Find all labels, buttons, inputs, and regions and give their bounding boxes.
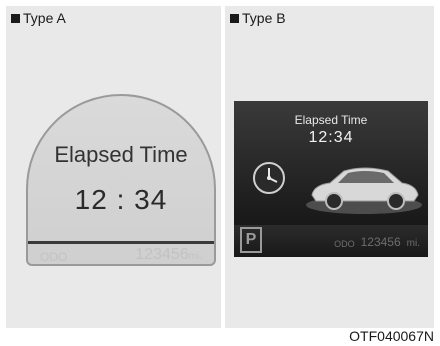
car-image: [306, 167, 422, 214]
odo-unit: mi.: [188, 251, 202, 262]
odometer-row: ODO 123456mi.: [40, 244, 202, 264]
odometer-row: ODO 123456 mi.: [334, 235, 420, 249]
elapsed-time-value: 12:34: [308, 129, 354, 146]
panel-label-type-b: Type B: [230, 10, 286, 26]
elapsed-time-title: Elapsed Time: [54, 142, 188, 167]
parking-icon: P: [240, 227, 262, 253]
elapsed-time-value: 12 : 34: [74, 184, 168, 215]
panel-label-type-a: Type A: [11, 10, 66, 26]
clock-icon: [253, 162, 285, 194]
figure-code: OTF040067N: [349, 328, 434, 344]
elapsed-time-display-b: Elapsed Time 12:34 P ODO 123456 mi.: [234, 101, 428, 257]
odo-reading: 123456mi.: [135, 246, 202, 264]
odo-value: 123456: [135, 246, 189, 263]
odo-unit: mi.: [406, 238, 420, 249]
type-b-label: Type B: [242, 10, 286, 26]
square-bullet-icon: [11, 13, 20, 23]
type-a-label: Type A: [23, 10, 66, 26]
odo-label: ODO: [40, 250, 68, 264]
bottom-status-bar: P ODO 123456 mi.: [234, 225, 428, 257]
elapsed-time-gauge-a: Elapsed Time 12 : 34 ODO 123456mi.: [26, 94, 216, 266]
type-b-panel: Type B Elapsed Time 12:34 P ODO 123456 m…: [225, 6, 434, 328]
odo-label: ODO: [334, 239, 355, 249]
elapsed-time-title: Elapsed Time: [294, 113, 368, 127]
type-a-panel: Type A Elapsed Time 12 : 34 ODO 123456mi…: [6, 6, 221, 328]
odo-value: 123456: [360, 235, 401, 249]
square-bullet-icon: [230, 13, 239, 23]
